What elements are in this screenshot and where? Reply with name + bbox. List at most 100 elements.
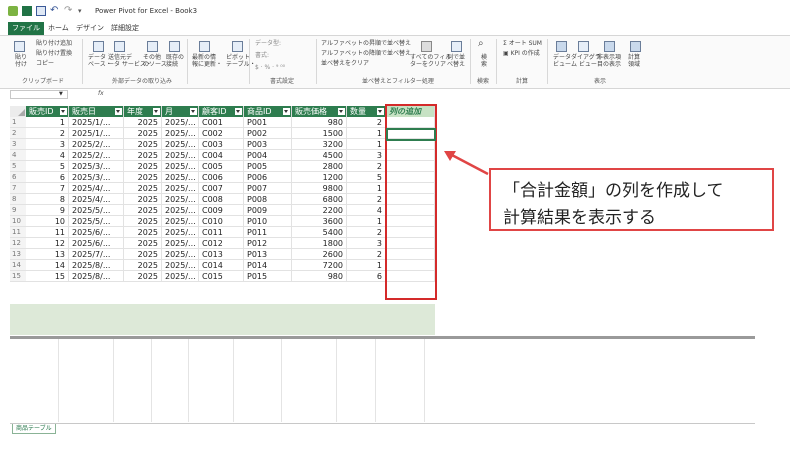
- filter-dropdown-icon[interactable]: [235, 108, 242, 115]
- tab-home[interactable]: ホーム: [44, 22, 73, 35]
- table-cell[interactable]: C002: [199, 128, 244, 139]
- column-header-month[interactable]: 月: [162, 106, 199, 117]
- table-cell[interactable]: P015: [244, 271, 292, 282]
- row-number[interactable]: 8: [10, 194, 26, 205]
- table-cell[interactable]: 2025/...: [162, 260, 199, 271]
- pivot-table-button[interactable]: ピボット テーブル・: [226, 54, 256, 68]
- table-cell[interactable]: P011: [244, 227, 292, 238]
- table-cell[interactable]: 2025/...: [162, 205, 199, 216]
- table-cell[interactable]: P004: [244, 150, 292, 161]
- table-cell[interactable]: 1: [347, 128, 386, 139]
- filter-dropdown-icon[interactable]: [338, 108, 345, 115]
- table-cell[interactable]: 7: [26, 183, 69, 194]
- table-cell[interactable]: 5400: [292, 227, 347, 238]
- table-cell[interactable]: 2025/1/...: [69, 117, 124, 128]
- table-cell[interactable]: 2025: [124, 249, 162, 260]
- table-cell[interactable]: 2800: [292, 161, 347, 172]
- table-cell[interactable]: 2: [347, 227, 386, 238]
- table-cell[interactable]: 3600: [292, 216, 347, 227]
- table-cell[interactable]: 2025/...: [162, 216, 199, 227]
- row-number[interactable]: 11: [10, 227, 26, 238]
- table-cell[interactable]: 9800: [292, 183, 347, 194]
- table-cell[interactable]: 6: [26, 172, 69, 183]
- sort-ascending-button[interactable]: アルファベットの昇順で並べ替え: [321, 40, 411, 47]
- table-cell[interactable]: 2025: [124, 205, 162, 216]
- calc-area-button[interactable]: 計算 領域: [628, 54, 640, 68]
- table-cell[interactable]: P010: [244, 216, 292, 227]
- row-number[interactable]: 7: [10, 183, 26, 194]
- filter-dropdown-icon[interactable]: [115, 108, 122, 115]
- column-header-quantity[interactable]: 数量: [347, 106, 386, 117]
- table-cell[interactable]: C004: [199, 150, 244, 161]
- table-cell[interactable]: 2025: [124, 139, 162, 150]
- number-format-buttons[interactable]: $ · % · ⁹ ⁰⁰: [255, 64, 285, 71]
- table-cell[interactable]: C005: [199, 161, 244, 172]
- table-cell[interactable]: 1: [347, 139, 386, 150]
- refresh-button[interactable]: 最新の情 報に更新・: [192, 54, 222, 68]
- table-cell[interactable]: 2025/...: [162, 194, 199, 205]
- tab-design[interactable]: デザイン: [72, 22, 108, 35]
- table-cell[interactable]: 2025/3/...: [69, 172, 124, 183]
- find-button[interactable]: 検 索: [481, 54, 487, 68]
- table-cell[interactable]: 1: [26, 117, 69, 128]
- table-cell[interactable]: 2025: [124, 216, 162, 227]
- column-header-sale-date[interactable]: 販売日: [69, 106, 124, 117]
- table-cell[interactable]: 15: [26, 271, 69, 282]
- sort-descending-button[interactable]: アルファベットの降順で並べ替え: [321, 50, 411, 57]
- table-cell[interactable]: 2025: [124, 260, 162, 271]
- table-cell[interactable]: 3200: [292, 139, 347, 150]
- table-cell[interactable]: 1800: [292, 238, 347, 249]
- table-cell[interactable]: C003: [199, 139, 244, 150]
- active-cell[interactable]: [386, 128, 436, 141]
- row-number[interactable]: 2: [10, 128, 26, 139]
- table-cell[interactable]: 6800: [292, 194, 347, 205]
- table-cell[interactable]: C010: [199, 216, 244, 227]
- other-sources-button[interactable]: その他 のソース: [143, 54, 167, 68]
- row-number[interactable]: 4: [10, 150, 26, 161]
- data-view-button[interactable]: データ ビュー: [553, 54, 571, 68]
- row-number[interactable]: 5: [10, 161, 26, 172]
- table-cell[interactable]: 1: [347, 183, 386, 194]
- calculation-area[interactable]: [10, 339, 435, 422]
- table-cell[interactable]: 2025/...: [162, 150, 199, 161]
- table-cell[interactable]: 2200: [292, 205, 347, 216]
- column-header-sale-id[interactable]: 販売ID: [26, 106, 69, 117]
- table-cell[interactable]: 980: [292, 271, 347, 282]
- table-cell[interactable]: 9: [26, 205, 69, 216]
- table-cell[interactable]: P012: [244, 238, 292, 249]
- table-cell[interactable]: 7200: [292, 260, 347, 271]
- table-cell[interactable]: 2: [26, 128, 69, 139]
- row-number[interactable]: 6: [10, 172, 26, 183]
- table-cell[interactable]: C008: [199, 194, 244, 205]
- table-cell[interactable]: 5: [347, 172, 386, 183]
- table-cell[interactable]: 2025: [124, 161, 162, 172]
- table-cell[interactable]: 4: [347, 205, 386, 216]
- select-all-corner[interactable]: [10, 106, 26, 117]
- filter-dropdown-icon[interactable]: [190, 108, 197, 115]
- existing-connections-button[interactable]: 既存の 接続: [166, 54, 184, 68]
- table-cell[interactable]: 2025/5/...: [69, 216, 124, 227]
- table-cell[interactable]: 2025/...: [162, 271, 199, 282]
- table-cell[interactable]: 2025: [124, 150, 162, 161]
- table-cell[interactable]: 1200: [292, 172, 347, 183]
- show-hidden-button[interactable]: 非表示項 目の表示: [597, 54, 621, 68]
- table-cell[interactable]: 2025/3/...: [69, 161, 124, 172]
- table-cell[interactable]: P001: [244, 117, 292, 128]
- row-number[interactable]: 15: [10, 271, 26, 282]
- table-cell[interactable]: 2025/...: [162, 172, 199, 183]
- table-cell[interactable]: 2025: [124, 194, 162, 205]
- table-cell[interactable]: 980: [292, 117, 347, 128]
- table-cell[interactable]: 2025/...: [162, 183, 199, 194]
- filter-dropdown-icon[interactable]: [283, 108, 290, 115]
- table-cell[interactable]: P014: [244, 260, 292, 271]
- tab-advanced[interactable]: 詳細設定: [107, 22, 143, 35]
- filter-dropdown-icon[interactable]: [377, 108, 384, 115]
- table-cell[interactable]: 2: [347, 161, 386, 172]
- table-cell[interactable]: P013: [244, 249, 292, 260]
- column-header-year[interactable]: 年度: [124, 106, 162, 117]
- table-cell[interactable]: 2025: [124, 183, 162, 194]
- table-cell[interactable]: 2025/...: [162, 238, 199, 249]
- table-cell[interactable]: 11: [26, 227, 69, 238]
- table-cell[interactable]: C015: [199, 271, 244, 282]
- table-cell[interactable]: 2025/1/...: [69, 128, 124, 139]
